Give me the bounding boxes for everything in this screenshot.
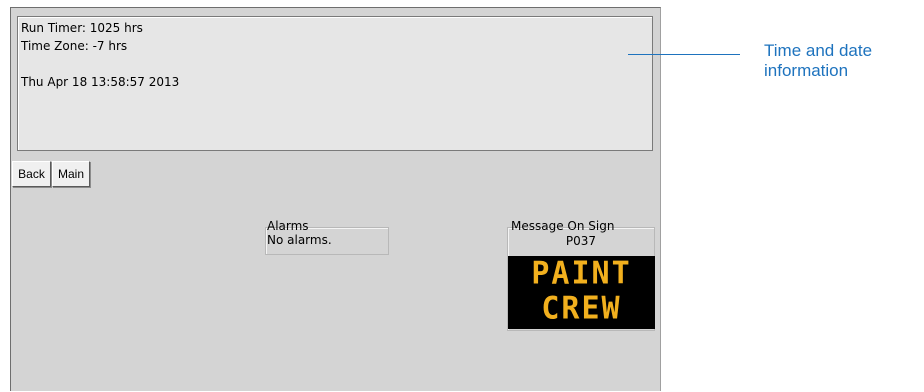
alarms-status-text: No alarms. <box>267 233 332 247</box>
callout-label-line-1: Time and date <box>764 41 873 60</box>
sign-line-2: CREW <box>541 290 622 327</box>
sign-line-1: PAINT <box>531 255 632 292</box>
back-button[interactable]: Back <box>12 161 51 187</box>
device-screen: Run Timer: 1025 hrs Time Zone: -7 hrs Th… <box>10 7 661 391</box>
info-spacer <box>21 55 649 73</box>
message-code: P037 <box>565 234 597 248</box>
datetime-text: Thu Apr 18 13:58:57 2013 <box>21 75 180 89</box>
main-button[interactable]: Main <box>52 161 90 187</box>
time-date-info-box: Run Timer: 1025 hrs Time Zone: -7 hrs Th… <box>17 16 653 151</box>
run-timer-text: Run Timer: 1025 hrs <box>21 21 143 35</box>
callout-leader-line <box>628 54 740 55</box>
sign-display: PAINT CREW <box>508 255 655 329</box>
callout-label: Time and date information <box>764 41 872 81</box>
time-zone-text: Time Zone: -7 hrs <box>21 39 128 53</box>
alarms-title: Alarms <box>267 219 309 233</box>
message-on-sign-title: Message On Sign <box>511 219 615 233</box>
callout-label-line-2: information <box>764 61 849 80</box>
